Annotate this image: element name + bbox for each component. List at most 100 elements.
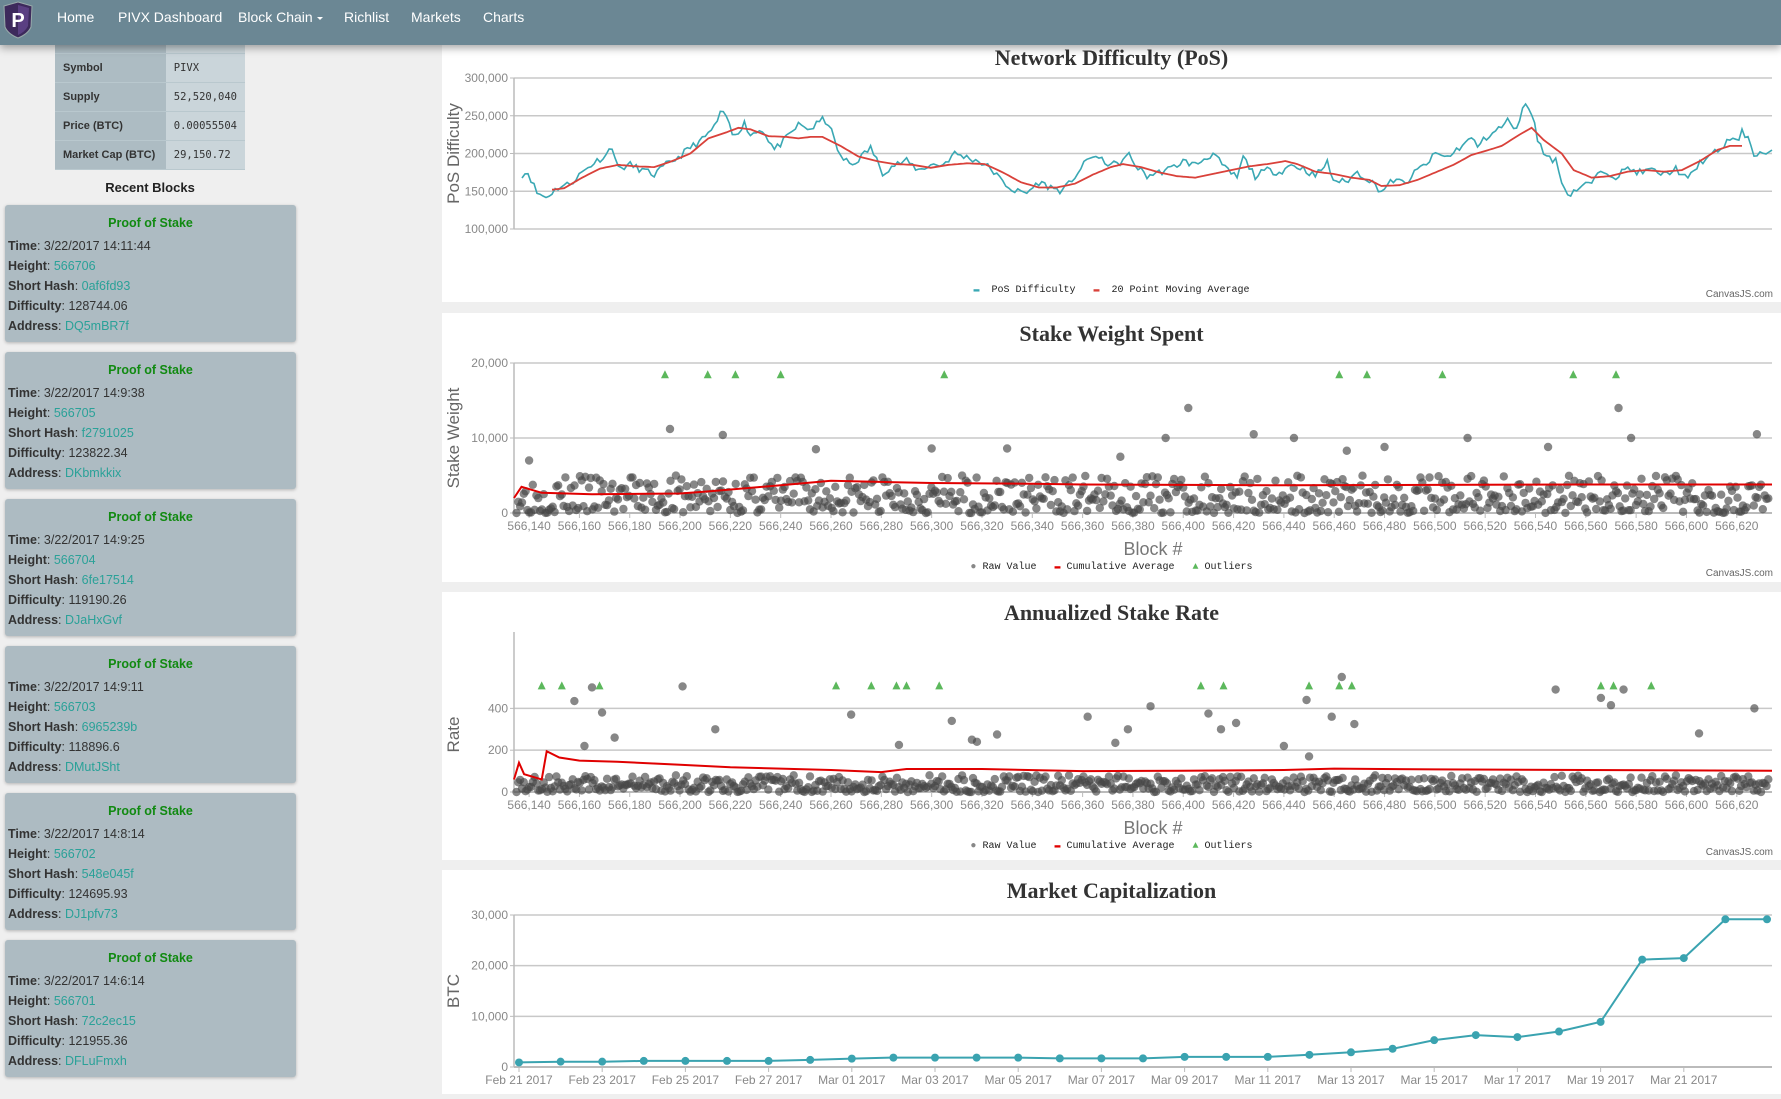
- block-address-link[interactable]: DKbmkkix: [65, 466, 121, 480]
- raw-value-point: [1336, 493, 1345, 502]
- raw-value-point: [1334, 507, 1344, 516]
- nav-block-chain[interactable]: Block Chain: [238, 0, 323, 45]
- raw-value-point: [1566, 786, 1576, 796]
- block-height-link[interactable]: 566705: [54, 406, 96, 420]
- block-height-link[interactable]: 566704: [54, 553, 96, 567]
- chart-title: Network Difficulty (PoS): [994, 45, 1229, 70]
- legend-item-outliers[interactable]: ▲ Outliers: [1190, 562, 1256, 573]
- raw-value-point: [666, 786, 675, 795]
- raw-value-point: [923, 508, 932, 517]
- nav-markets[interactable]: Markets: [411, 0, 461, 45]
- raw-value-point: [1153, 473, 1162, 482]
- y-tick-label: 300,000: [465, 71, 509, 85]
- nav-charts[interactable]: Charts: [483, 0, 524, 45]
- block-hash-link[interactable]: 548e045f: [82, 867, 134, 881]
- raw-value-point: [1363, 499, 1373, 508]
- stake-weight-chart[interactable]: 0 10,000 20,000 Stake Weight 566,140 566,160 5…: [442, 313, 1781, 582]
- raw-value-point: [570, 696, 579, 706]
- label: Difficulty: [8, 299, 62, 313]
- block-hash-row: Short Hash: 6fe17514: [8, 573, 134, 587]
- block-hash-link[interactable]: 6fe17514: [82, 573, 134, 587]
- block-height-link[interactable]: 566701: [54, 994, 96, 1008]
- raw-value-point: [1253, 474, 1262, 484]
- x-tick-label: Mar 19 2017: [1567, 1073, 1635, 1087]
- block-time: 3/22/2017 14:6:14: [43, 974, 145, 988]
- raw-value-point: [1046, 500, 1056, 510]
- difficulty-chart[interactable]: 100,000 150,000 200,000 250,000 300,000 PoS D…: [442, 45, 1781, 302]
- block-hash-row: Short Hash: 6965239b: [8, 720, 138, 734]
- block-hash-link[interactable]: 0af6fd93: [82, 279, 131, 293]
- raw-value-point: [1184, 403, 1193, 413]
- raw-value-point: [1322, 491, 1331, 500]
- raw-value-point: [842, 496, 851, 505]
- raw-value-point: [1764, 775, 1773, 784]
- raw-value-point: [849, 508, 858, 517]
- canvasjs-credit-link[interactable]: CanvasJS.com: [1706, 568, 1773, 579]
- raw-value-point: [689, 480, 699, 489]
- raw-value-point: [608, 479, 617, 488]
- x-tick-label: 566,320: [960, 798, 1004, 812]
- top-navbar: P Home PIVX Dashboard Block Chain Richli…: [0, 0, 1781, 45]
- raw-value-point: [1231, 718, 1241, 728]
- raw-value-point: [967, 787, 976, 797]
- block-address-link[interactable]: DQ5mBR7f: [65, 319, 129, 333]
- block-address-link[interactable]: DJ1pfv73: [65, 907, 118, 921]
- block-address-link[interactable]: DJaHxGvf: [65, 613, 122, 627]
- market-cap-point: [1305, 1050, 1314, 1059]
- raw-value-point: [602, 774, 612, 783]
- raw-value-point: [1271, 476, 1280, 485]
- legend-item-outliers[interactable]: ▲ Outliers: [1190, 841, 1256, 852]
- x-tick-label: 566,460: [1313, 519, 1357, 533]
- nav-richlist[interactable]: Richlist: [344, 0, 389, 45]
- raw-value-point: [909, 507, 918, 517]
- block-time-row: Time: 3/22/2017 14:9:11: [8, 680, 144, 694]
- block-height-link[interactable]: 566706: [54, 259, 96, 273]
- raw-value-point: [959, 495, 969, 504]
- raw-value-point: [804, 496, 813, 505]
- legend-item-moving-average[interactable]: ▬ 20 Point Moving Average: [1091, 285, 1253, 296]
- block-hash-link[interactable]: 72c2ec15: [82, 1014, 136, 1028]
- label: Time: [8, 680, 37, 694]
- raw-value-point: [1463, 433, 1472, 443]
- raw-value-point: [1247, 495, 1257, 504]
- x-tick-label: 566,220: [709, 519, 753, 533]
- block-address-link[interactable]: DFLuFmxh: [65, 1054, 127, 1068]
- nav-pivx-dashboard[interactable]: PIVX Dashboard: [118, 0, 222, 45]
- stake-rate-chart-panel: Annualized Stake Rate 0 200 400 Rate 566,140…: [442, 592, 1781, 860]
- block-hash-link[interactable]: f2791025: [82, 426, 134, 440]
- outlier-marker: [867, 681, 876, 690]
- block-height-link[interactable]: 566702: [54, 847, 96, 861]
- canvasjs-credit-link[interactable]: CanvasJS.com: [1706, 847, 1773, 858]
- block-hash-link[interactable]: 6965239b: [82, 720, 138, 734]
- block-address-link[interactable]: DMutJSht: [65, 760, 120, 774]
- market-cap-point: [1347, 1048, 1355, 1057]
- legend-item-cumulative[interactable]: ▬ Cumulative Average: [1051, 841, 1177, 852]
- raw-value-point: [1595, 497, 1605, 506]
- raw-value-point: [925, 771, 934, 780]
- raw-value-point: [1561, 508, 1570, 518]
- legend-item-cumulative[interactable]: ▬ Cumulative Average: [1051, 562, 1177, 573]
- recent-blocks-heading: Recent Blocks: [105, 180, 195, 195]
- summary-value: 52,520,040: [165, 82, 245, 112]
- block-height-link[interactable]: 566703: [54, 700, 96, 714]
- raw-value-point: [1400, 493, 1409, 502]
- raw-value-point: [706, 506, 715, 516]
- raw-value-point: [1150, 504, 1159, 513]
- block-address-row: Address: DMutJSht: [8, 760, 120, 774]
- raw-value-point: [1279, 741, 1289, 751]
- legend-item-raw[interactable]: ● Raw Value: [967, 841, 1039, 852]
- canvasjs-credit-link[interactable]: CanvasJS.com: [1706, 289, 1773, 300]
- pivx-logo-icon[interactable]: P: [2, 1, 34, 39]
- block-time: 3/22/2017 14:9:38: [43, 386, 145, 400]
- legend-item-raw[interactable]: ● Raw Value: [967, 562, 1039, 573]
- raw-value-point: [580, 741, 589, 751]
- legend-item-difficulty[interactable]: ▬ PoS Difficulty: [970, 285, 1078, 296]
- nav-home[interactable]: Home: [57, 0, 94, 45]
- market-cap-chart-panel: Market Capitalization 0 10,000 20,000 30,00…: [442, 870, 1781, 1094]
- x-axis-title: Block #: [1123, 818, 1182, 838]
- raw-value-point: [912, 490, 922, 499]
- block-type: Proof of Stake: [108, 510, 193, 524]
- raw-value-point: [1646, 502, 1655, 511]
- raw-value-point: [769, 486, 778, 495]
- stake-rate-chart[interactable]: 0 200 400 Rate 566,140 566,160 566,180 566,200 5…: [442, 592, 1781, 860]
